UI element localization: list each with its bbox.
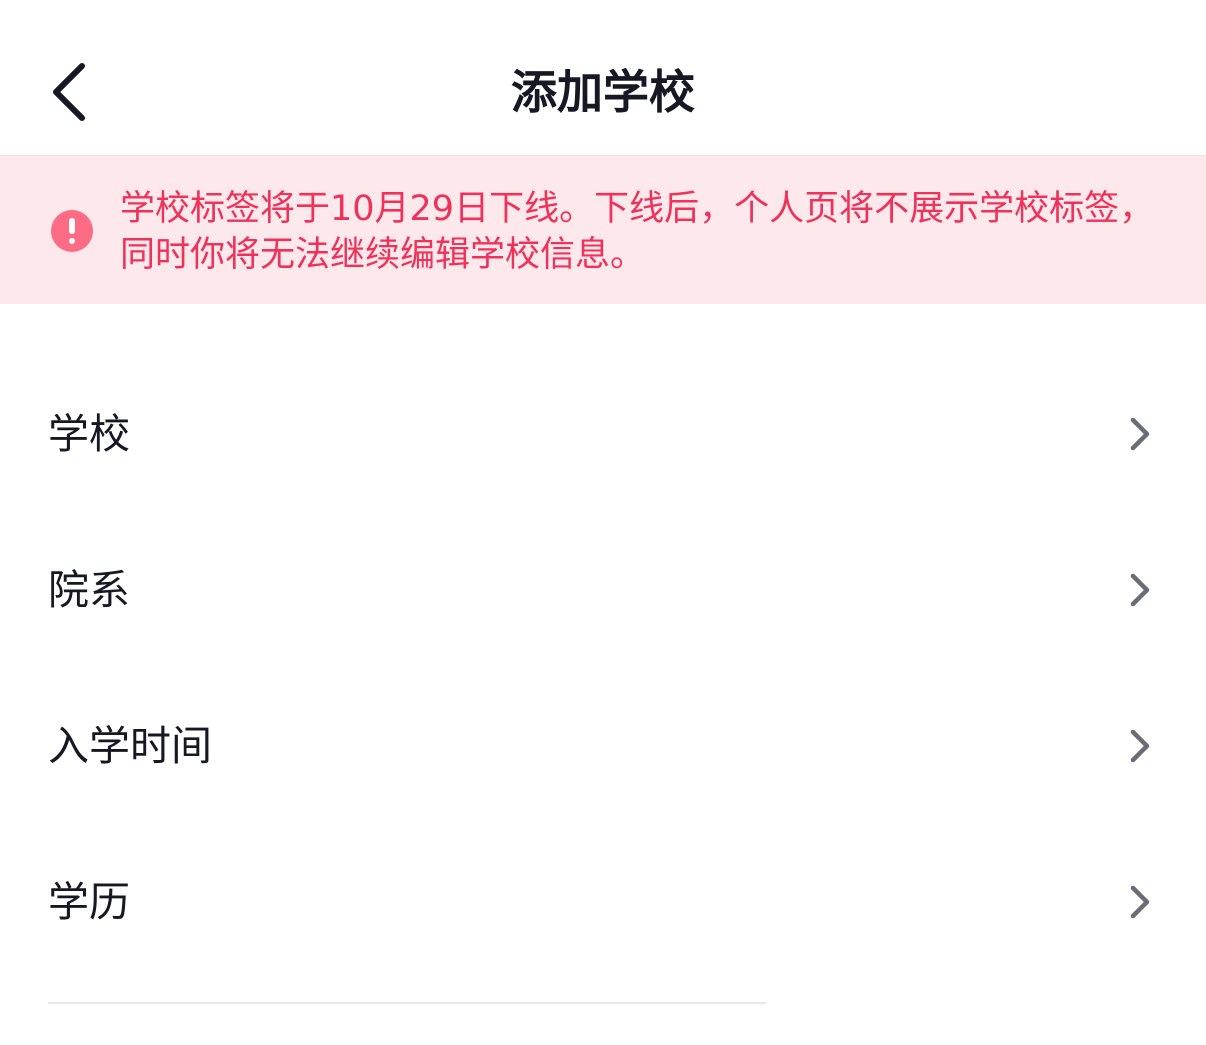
- add-school-page: 添加学校 学校标签将于10月29日下线。下线后，个人页将不展示学校标签，同时你将…: [0, 0, 1206, 1045]
- chevron-right-icon: [1124, 414, 1154, 454]
- page-title: 添加学校: [511, 65, 695, 119]
- department-label: 院系: [48, 566, 130, 614]
- education-label: 学历: [48, 878, 130, 926]
- enrollment-time-label: 入学时间: [48, 722, 212, 770]
- school-row[interactable]: 学校: [0, 368, 1206, 498]
- chevron-right-icon: [1124, 882, 1154, 922]
- nav-header: 添加学校: [0, 0, 1206, 156]
- exclamation-circle-icon: [51, 210, 93, 252]
- notice-text: 学校标签将于10月29日下线。下线后，个人页将不展示学校标签，同时你将无法继续编…: [120, 189, 1155, 275]
- chevron-right-icon: [1124, 570, 1154, 610]
- divider: [48, 1002, 766, 1004]
- department-row[interactable]: 院系: [0, 524, 1206, 654]
- enrollment-time-row[interactable]: 入学时间: [0, 680, 1206, 810]
- education-row[interactable]: 学历: [0, 836, 1206, 966]
- school-label: 学校: [48, 410, 130, 458]
- chevron-right-icon: [1124, 726, 1154, 766]
